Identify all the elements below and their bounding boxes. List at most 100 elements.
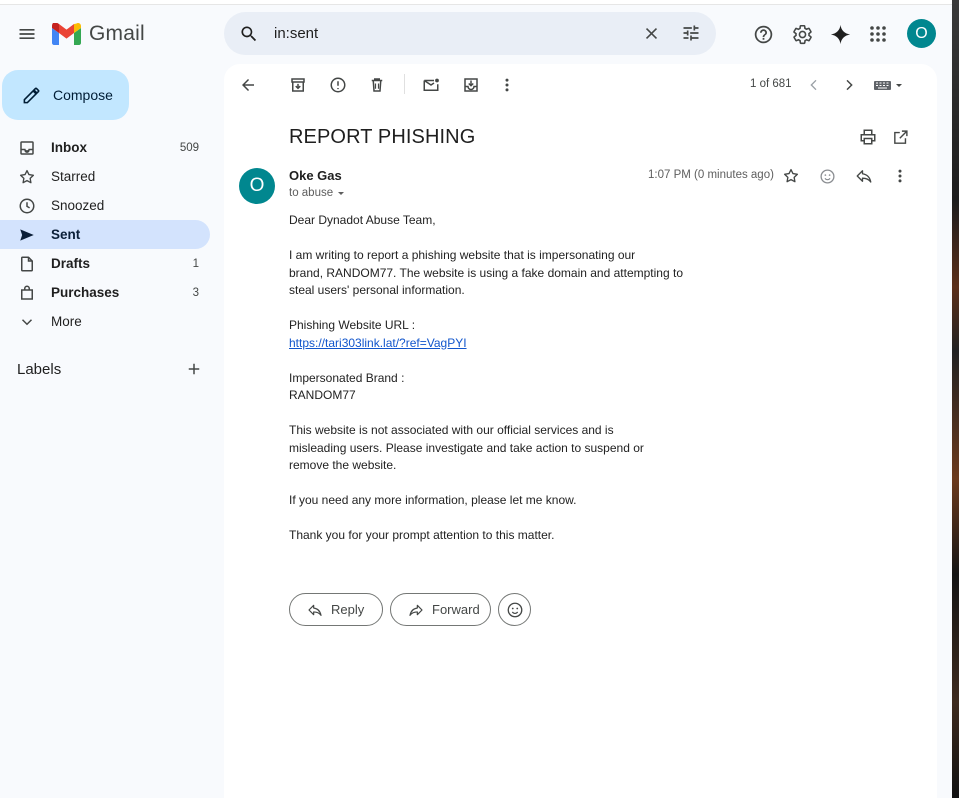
hamburger-icon [19, 29, 35, 39]
body-greeting: Dear Dynadot Abuse Team, [289, 213, 436, 227]
plus-icon [188, 363, 200, 375]
mark-unread-button[interactable] [421, 75, 441, 95]
delete-button[interactable] [367, 75, 387, 95]
inbox-icon [18, 139, 36, 157]
sidebar-item-inbox[interactable]: Inbox 509 [0, 133, 210, 162]
sidebar-item-drafts[interactable]: Drafts 1 [0, 249, 210, 278]
sender-avatar[interactable]: O [239, 168, 275, 204]
compose-label: Compose [53, 87, 113, 103]
star-button[interactable] [781, 166, 801, 186]
newer-button[interactable] [804, 75, 824, 95]
account-avatar[interactable]: O [907, 19, 936, 48]
help-icon [754, 25, 772, 43]
unread-count: 509 [179, 141, 199, 154]
sidebar-item-starred[interactable]: Starred [0, 162, 210, 191]
app-name: Gmail [89, 22, 145, 45]
sidebar-item-snoozed[interactable]: Snoozed [0, 191, 210, 220]
body-closing: Thank you for your prompt attention to t… [289, 528, 555, 542]
move-to-button[interactable] [461, 75, 481, 95]
brand-label: Impersonated Brand : [289, 370, 405, 385]
reply-icon-button[interactable] [854, 166, 874, 186]
search-input[interactable] [274, 25, 614, 42]
emoji-reaction-button[interactable] [498, 593, 531, 626]
smiley-icon [507, 602, 522, 617]
sidebar-item-label: Snoozed [51, 198, 105, 213]
draft-count: 1 [192, 257, 199, 270]
phishing-url-link[interactable]: https://tari303link.lat/?ref=VagPYI [289, 336, 467, 350]
caret-down-icon [338, 192, 345, 195]
message-time: 1:07 PM (0 minutes ago) [648, 169, 774, 181]
add-reaction-button[interactable] [817, 166, 837, 186]
search-icon[interactable] [239, 24, 259, 44]
help-button[interactable] [751, 22, 775, 46]
top-border [0, 0, 952, 5]
move-to-inbox-icon [464, 78, 478, 92]
apps-grid-icon [870, 26, 886, 42]
url-label: Phishing Website URL : [289, 318, 416, 332]
google-apps-button[interactable] [866, 22, 890, 46]
sidebar-item-label: Starred [51, 169, 96, 184]
gear-icon [792, 24, 812, 44]
body-paragraph: This website is not associated with our … [289, 423, 644, 472]
arrow-back-icon [242, 79, 254, 91]
clear-search-icon[interactable] [642, 24, 661, 43]
trash-icon [371, 78, 383, 92]
sparkle-icon [830, 24, 850, 44]
sidebar-item-purchases[interactable]: Purchases 3 [0, 278, 210, 307]
older-button[interactable] [839, 75, 859, 95]
brand-value: RANDOM77 [289, 388, 356, 402]
chevron-left-icon [810, 79, 817, 91]
body-paragraph: If you need any more information, please… [289, 493, 577, 507]
message-body: Dear Dynadot Abuse Team, I am writing to… [289, 212, 689, 562]
reply-label: Reply [331, 602, 365, 617]
reply-icon [308, 604, 322, 616]
reply-icon [856, 170, 872, 183]
purchases-count: 3 [192, 286, 199, 299]
settings-button[interactable] [790, 22, 814, 46]
chevron-down-icon [18, 313, 36, 331]
input-tools-button[interactable] [872, 75, 906, 95]
search-bar[interactable] [224, 12, 716, 55]
print-button[interactable] [858, 127, 878, 147]
star-icon [18, 168, 36, 186]
pagination-count: 1 of 681 [750, 78, 792, 90]
forward-button[interactable]: Forward [390, 593, 491, 626]
smiley-icon [819, 168, 835, 184]
sidebar-item-label: Inbox [51, 140, 87, 155]
gmail-m-icon [52, 23, 81, 45]
message-more-button[interactable] [890, 166, 910, 186]
sidebar-item-more[interactable]: More [0, 307, 210, 336]
sender-name[interactable]: Oke Gas [289, 168, 342, 183]
pencil-icon [23, 87, 40, 103]
main-menu-button[interactable] [14, 21, 40, 47]
more-actions-button[interactable] [497, 75, 517, 95]
sidebar-item-label: Sent [51, 227, 81, 242]
open-in-new-icon [893, 129, 908, 144]
reply-button[interactable]: Reply [289, 593, 383, 626]
clock-icon [18, 197, 36, 215]
sidebar-item-sent[interactable]: Sent [0, 220, 210, 249]
report-spam-button[interactable] [328, 75, 348, 95]
mail-unread-icon [423, 78, 439, 91]
sidebar-nav: Inbox 509 Starred Snoozed Sent Drafts 1 … [0, 133, 210, 336]
draft-icon [18, 255, 36, 273]
back-button[interactable] [238, 75, 258, 95]
star-outline-icon [783, 168, 799, 183]
open-new-window-button[interactable] [890, 127, 910, 147]
create-label-button[interactable] [185, 360, 203, 378]
sidebar-item-label: More [51, 314, 82, 329]
message-view: 1 of 681 REPORT PHISHING O Oke Gas to ab… [224, 64, 937, 798]
chevron-right-icon [846, 79, 853, 91]
body-brand-block: Impersonated Brand : RANDOM77 [289, 370, 689, 405]
archive-button[interactable] [288, 75, 308, 95]
sidebar-item-label: Drafts [51, 256, 91, 271]
recipient-details[interactable]: to abuse [289, 187, 347, 199]
search-options-icon[interactable] [681, 23, 701, 43]
forward-icon [409, 604, 423, 616]
gmail-logo[interactable]: Gmail [52, 22, 145, 46]
gemini-button[interactable] [828, 22, 852, 46]
compose-button[interactable]: Compose [2, 70, 129, 120]
body-url-block: Phishing Website URL : https://tari303lin… [289, 317, 689, 352]
print-icon [860, 129, 876, 145]
recipient-label: to abuse [289, 187, 334, 199]
